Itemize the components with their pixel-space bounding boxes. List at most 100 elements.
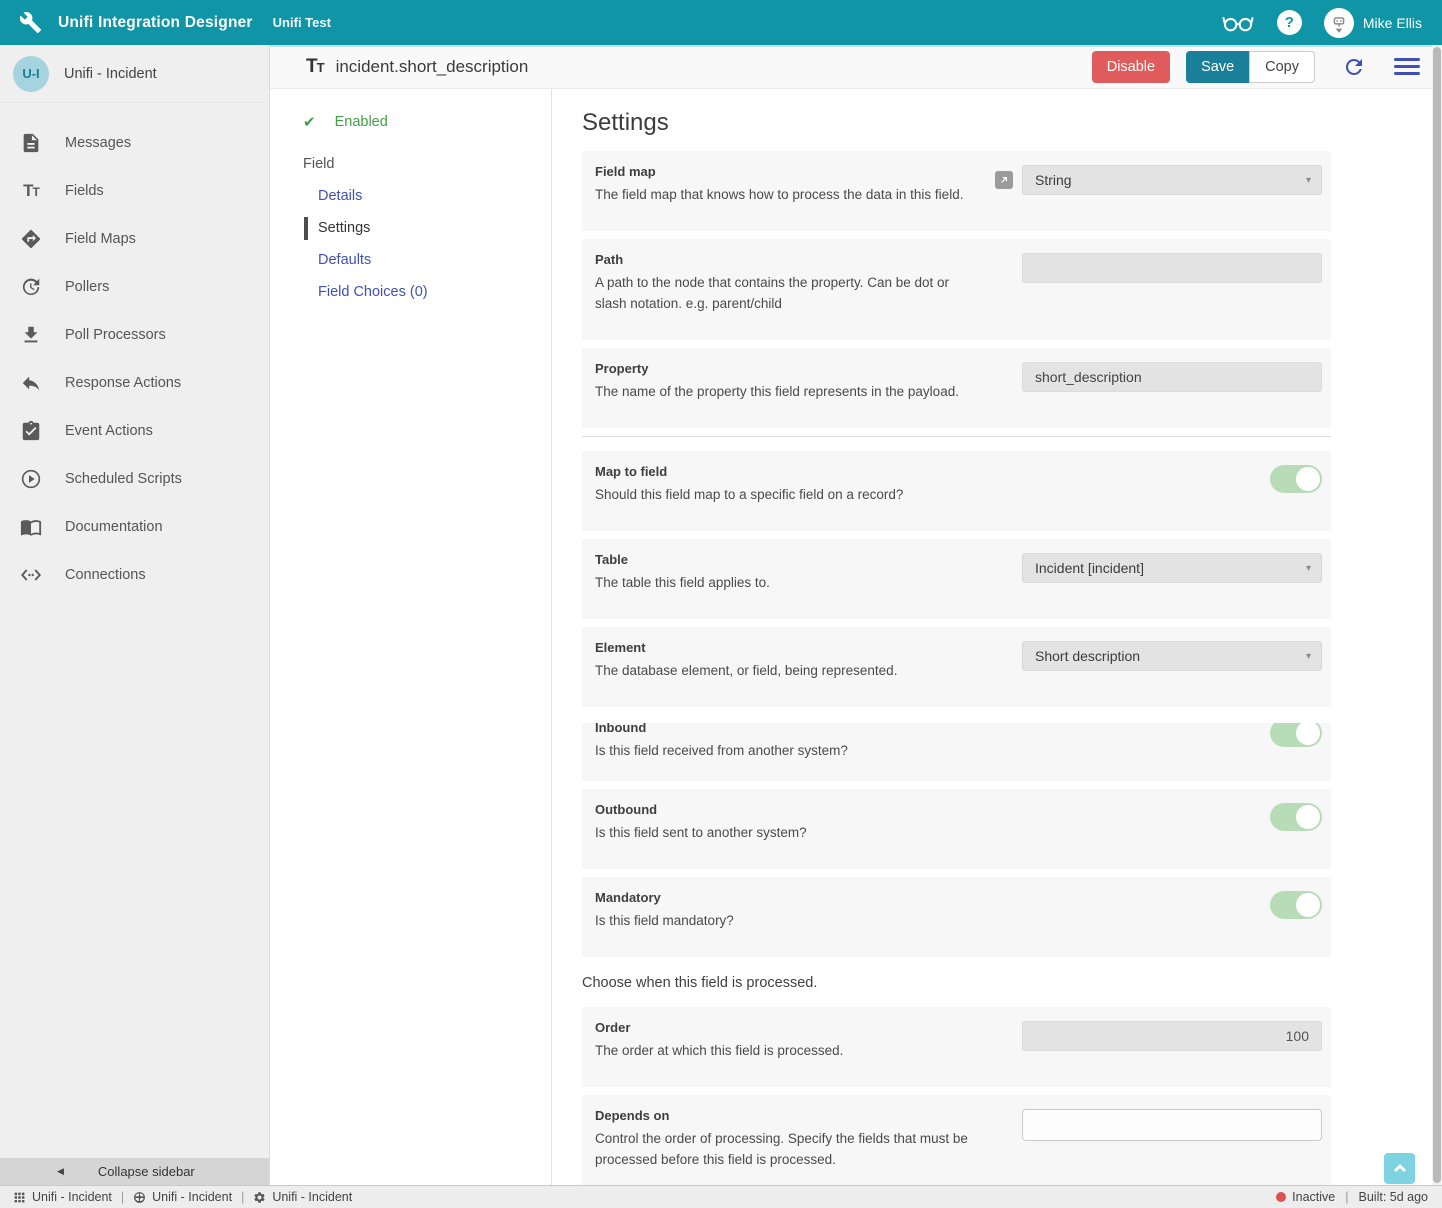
sidebar-item-label: Poll Processors bbox=[65, 327, 166, 343]
field-label-mandatory: Mandatory bbox=[595, 890, 982, 906]
field-description: The name of the property this field repr… bbox=[595, 381, 982, 402]
field-control-depends-on bbox=[982, 1109, 1322, 1170]
field-description: The order at which this field is process… bbox=[595, 1040, 982, 1061]
integration-label: Unifi - Incident bbox=[64, 66, 157, 82]
depends-on-input[interactable] bbox=[1022, 1109, 1322, 1141]
path-input[interactable] bbox=[1022, 253, 1322, 283]
map-to-field-toggle[interactable] bbox=[1270, 465, 1322, 493]
sidebar-item-fields[interactable]: TTFields bbox=[0, 167, 269, 215]
field-card-order: Order The order at which this field is pr… bbox=[582, 1007, 1331, 1087]
field-label-order: Order bbox=[595, 1020, 982, 1036]
disable-button[interactable]: Disable bbox=[1092, 51, 1170, 83]
order-input[interactable]: 100 bbox=[1022, 1021, 1322, 1051]
field-card-table: TableThe table this field applies to.Inc… bbox=[582, 539, 1331, 619]
subnav-item-details[interactable]: Details bbox=[318, 180, 533, 212]
element-select[interactable]: Short description▾ bbox=[1022, 641, 1322, 671]
download-icon bbox=[19, 323, 43, 347]
sidebar-nav: Messages TTFieldsField MapsPollers Poll Pr… bbox=[0, 103, 269, 599]
sidebar-item-messages[interactable]: Messages bbox=[0, 119, 269, 167]
field-control-field-map: String▾ bbox=[982, 165, 1322, 205]
field-control-map-to-field bbox=[982, 465, 1322, 505]
field-label-depends-on: Depends on bbox=[595, 1108, 982, 1124]
selected-value: Incident [incident] bbox=[1035, 560, 1144, 576]
top-bar: Unifi Integration Designer Unifi Test ? … bbox=[0, 0, 1442, 45]
sidebar-item-field-maps[interactable]: Field Maps bbox=[0, 215, 269, 263]
field-label-table: Table bbox=[595, 552, 982, 568]
sidebar-item-label: Fields bbox=[65, 183, 104, 199]
field-map-select[interactable]: String▾ bbox=[1022, 165, 1322, 195]
sidebar-item-label: Response Actions bbox=[65, 375, 181, 391]
sidebar-item-scheduled-scripts[interactable]: Scheduled Scripts bbox=[0, 455, 269, 503]
field-card-property: Property The name of the property this fi… bbox=[582, 348, 1331, 428]
sidebar-item-connections[interactable]: Connections bbox=[0, 551, 269, 599]
connections-icon bbox=[19, 563, 43, 587]
statusbar-tab-0[interactable]: Unifi - Incident bbox=[13, 1190, 112, 1204]
main-area: TT incident.short_description Disable Sa… bbox=[270, 45, 1442, 1185]
app-title: Unifi Integration Designer bbox=[58, 14, 253, 32]
sidebar-item-poll-processors[interactable]: Poll Processors bbox=[0, 311, 269, 359]
field-control-property: short_description bbox=[982, 362, 1322, 402]
built-text: Built: 5d ago bbox=[1359, 1190, 1429, 1204]
refresh-icon[interactable] bbox=[1342, 55, 1366, 79]
user-avatar[interactable] bbox=[1324, 8, 1354, 38]
outbound-toggle[interactable] bbox=[1270, 803, 1322, 831]
scrollbar-thumb[interactable] bbox=[1433, 47, 1441, 1183]
sidebar-item-event-actions[interactable]: Event Actions bbox=[0, 407, 269, 455]
wrench-icon bbox=[17, 10, 43, 36]
sidebar-item-documentation[interactable]: Documentation bbox=[0, 503, 269, 551]
separator: | bbox=[121, 1190, 124, 1204]
field-description: Should this field map to a specific fiel… bbox=[595, 484, 982, 505]
integration-selector[interactable]: U-I Unifi - Incident bbox=[0, 45, 269, 103]
copy-button[interactable]: Copy bbox=[1249, 51, 1315, 83]
save-button[interactable]: Save bbox=[1186, 51, 1249, 83]
separator: | bbox=[241, 1190, 244, 1204]
enabled-status: ✔ Enabled bbox=[303, 113, 533, 131]
collapse-arrow-icon: ◀ bbox=[57, 1166, 64, 1177]
field-map-icon bbox=[19, 227, 43, 251]
sidebar-item-label: Messages bbox=[65, 135, 131, 151]
help-icon[interactable]: ? bbox=[1277, 10, 1302, 35]
subnav-section-label: Field bbox=[303, 156, 533, 172]
field-card-depends-on: Depends onControl the order of processin… bbox=[582, 1095, 1331, 1185]
subnav-item-defaults[interactable]: Defaults bbox=[318, 244, 533, 276]
collapse-label: Collapse sidebar bbox=[98, 1164, 195, 1179]
environment-name[interactable]: Unifi Test bbox=[273, 15, 331, 30]
section-gap bbox=[582, 715, 1331, 723]
field-description: Is this field mandatory? bbox=[595, 910, 982, 931]
settings-panel: Settings Field mapThe field map that kno… bbox=[582, 89, 1432, 1185]
property-input[interactable]: short_description bbox=[1022, 362, 1322, 392]
toggle-knob bbox=[1296, 893, 1320, 917]
back-to-top-button[interactable] bbox=[1384, 1153, 1415, 1184]
user-name[interactable]: Mike Ellis bbox=[1363, 15, 1422, 31]
statusbar-tab-label: Unifi - Incident bbox=[272, 1190, 352, 1204]
sidebar-item-label: Documentation bbox=[65, 519, 163, 535]
document-icon bbox=[19, 131, 43, 155]
mandatory-toggle[interactable] bbox=[1270, 891, 1322, 919]
check-icon: ✔ bbox=[303, 113, 316, 131]
field-label-element: Element bbox=[595, 640, 982, 656]
statusbar-tab-label: Unifi - Incident bbox=[32, 1190, 112, 1204]
statusbar-tab-1[interactable]: Unifi - Incident bbox=[133, 1190, 232, 1204]
field-label-path: Path bbox=[595, 252, 982, 268]
selected-value: Short description bbox=[1035, 648, 1140, 664]
inbound-toggle[interactable] bbox=[1270, 723, 1322, 747]
field-control-outbound bbox=[982, 803, 1322, 843]
open-record-icon[interactable] bbox=[995, 171, 1013, 189]
sidebar-item-label: Event Actions bbox=[65, 423, 153, 439]
status-bar: Unifi - Incident | Unifi - Incident | Unifi … bbox=[0, 1185, 1442, 1208]
collapse-sidebar-button[interactable]: ◀ Collapse sidebar bbox=[0, 1158, 269, 1185]
field-control-inbound bbox=[982, 723, 1322, 761]
menu-icon[interactable] bbox=[1394, 54, 1420, 79]
table-select[interactable]: Incident [incident]▾ bbox=[1022, 553, 1322, 583]
statusbar-tab-2[interactable]: Unifi - Incident bbox=[253, 1190, 352, 1204]
subnav-item-settings[interactable]: Settings bbox=[318, 212, 533, 244]
vertical-scrollbar bbox=[1432, 45, 1442, 1185]
spectate-glasses-icon[interactable] bbox=[1221, 11, 1255, 35]
sidebar-item-pollers[interactable]: Pollers bbox=[0, 263, 269, 311]
field-card-element: ElementThe database element, or field, b… bbox=[582, 627, 1331, 707]
subnav-item-field-choices-0-[interactable]: Field Choices (0) bbox=[318, 276, 533, 308]
sidebar-item-response-actions[interactable]: Response Actions bbox=[0, 359, 269, 407]
page-title: incident.short_description bbox=[336, 57, 529, 77]
field-card-field-map: Field mapThe field map that knows how to… bbox=[582, 151, 1331, 231]
field-label-property: Property bbox=[595, 361, 982, 377]
